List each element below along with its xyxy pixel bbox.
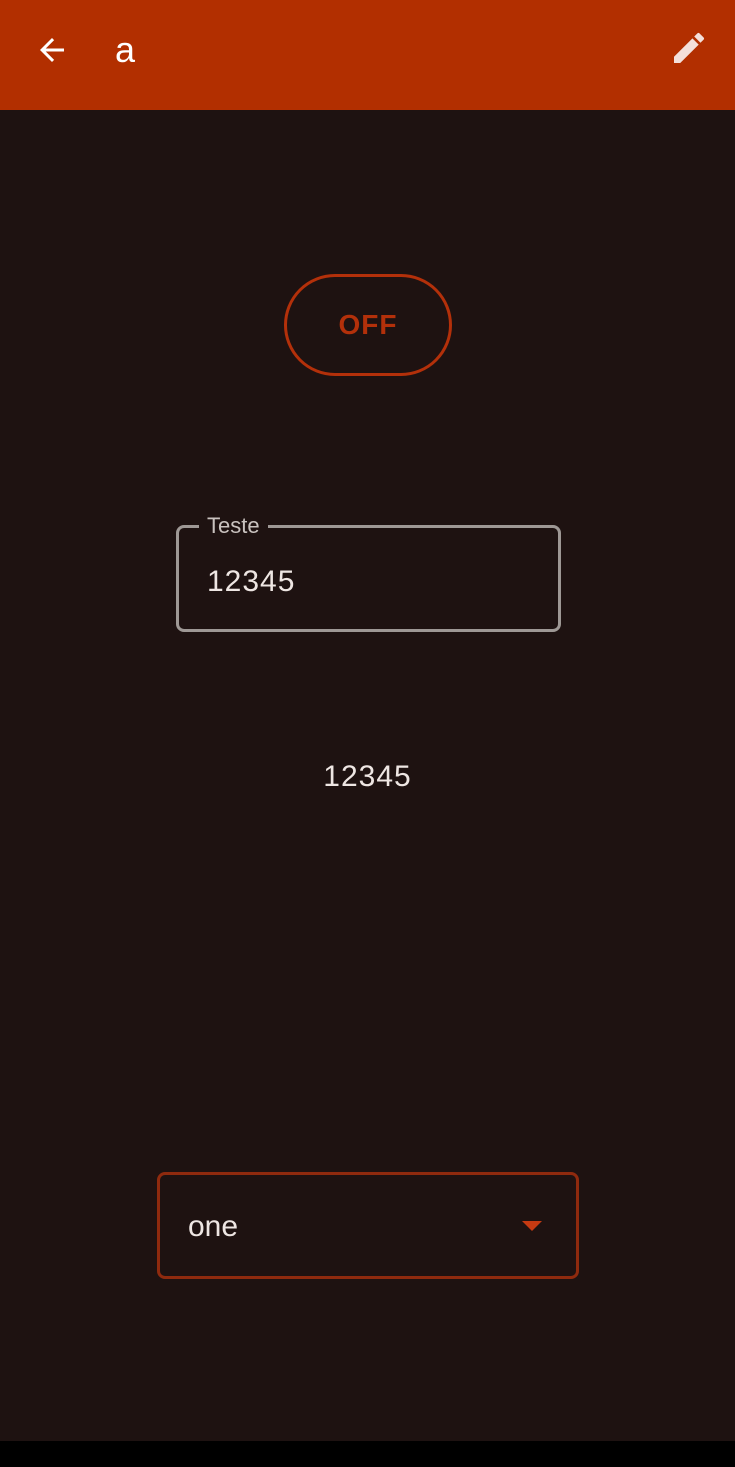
edit-button[interactable] [663,22,715,74]
pencil-edit-icon [674,32,705,63]
teste-text-field[interactable]: Teste 12345 [176,512,561,632]
echo-text: 12345 [323,760,412,793]
arrow-drop-down-icon [522,1221,542,1231]
arrow-back-icon [40,38,64,62]
page-title: a [115,29,136,70]
back-button[interactable] [26,24,78,76]
dropdown-select[interactable]: one [157,1172,579,1279]
off-toggle-button[interactable]: OFF [284,274,452,376]
text-field-label: Teste [199,512,268,540]
text-field-value[interactable]: 12345 [207,564,295,600]
dropdown-selected-value: one [188,1210,239,1243]
system-nav-bar [0,1441,735,1467]
top-app-bar: a [0,0,735,110]
